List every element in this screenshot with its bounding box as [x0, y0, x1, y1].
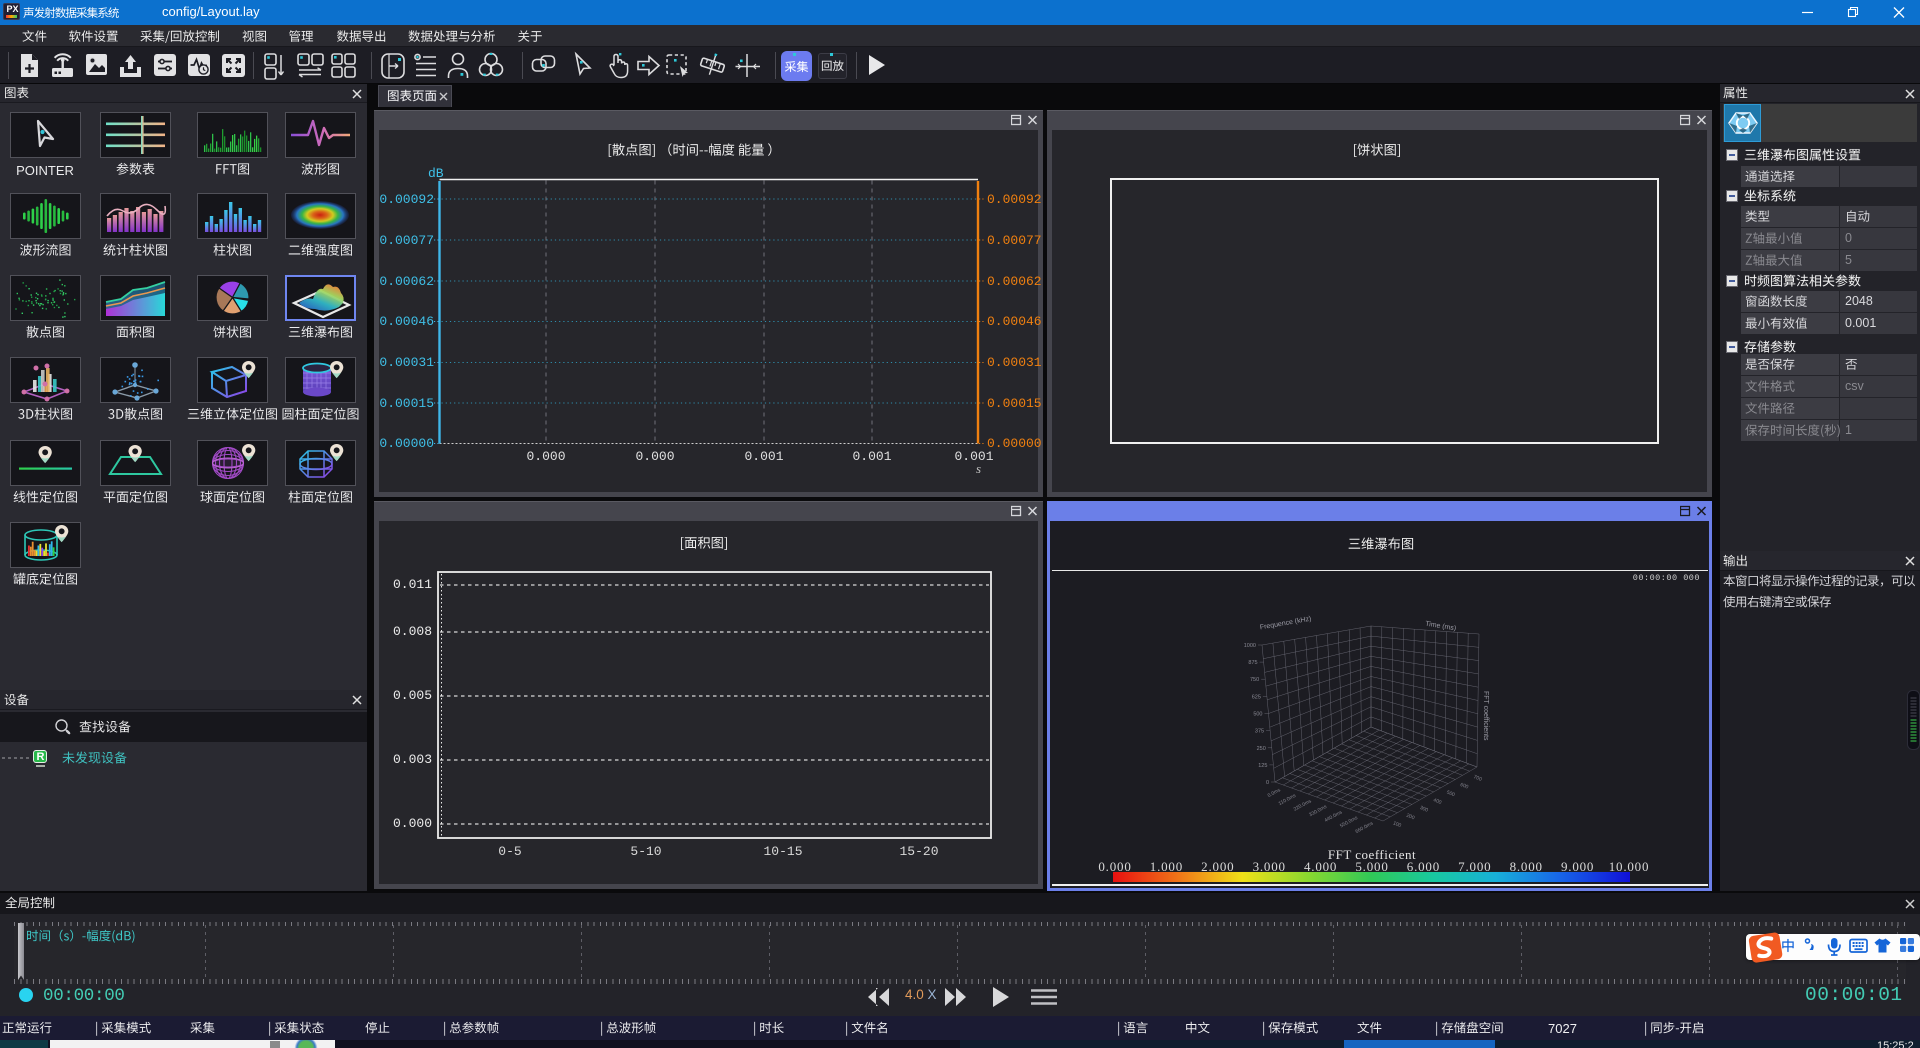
svg-text:625: 625 [1252, 694, 1261, 700]
svg-text:700: 700 [1473, 774, 1483, 783]
svg-text:375: 375 [1255, 729, 1264, 735]
svg-text:750: 750 [1250, 677, 1259, 683]
svg-text:FFT coefficients: FFT coefficients [1482, 691, 1489, 741]
svg-text:1000: 1000 [1244, 643, 1256, 649]
svg-text:440.0ms: 440.0ms [1324, 809, 1344, 824]
svg-text:125: 125 [1258, 763, 1267, 769]
svg-text:600: 600 [1459, 782, 1469, 791]
svg-text:330.0ms: 330.0ms [1308, 804, 1328, 819]
svg-text:400: 400 [1432, 797, 1442, 806]
svg-text:Time (ms): Time (ms) [1425, 621, 1457, 633]
svg-text:220.0ms: 220.0ms [1293, 798, 1313, 813]
svg-text:200: 200 [1405, 813, 1415, 822]
svg-text:660.0ms: 660.0ms [1354, 820, 1374, 835]
svg-text:500: 500 [1253, 712, 1262, 718]
svg-text:100: 100 [1392, 820, 1402, 829]
svg-text:0.0ms: 0.0ms [1267, 787, 1282, 799]
svg-text:0: 0 [1266, 780, 1269, 786]
svg-text:110.0ms: 110.0ms [1278, 793, 1298, 807]
svg-text:500: 500 [1446, 790, 1456, 799]
svg-text:875: 875 [1248, 660, 1257, 666]
svg-text:300: 300 [1419, 805, 1429, 814]
svg-text:250: 250 [1257, 746, 1266, 752]
svg-text:Frequence (kHz): Frequence (kHz) [1259, 616, 1312, 632]
svg-text:550.0ms: 550.0ms [1339, 815, 1359, 830]
